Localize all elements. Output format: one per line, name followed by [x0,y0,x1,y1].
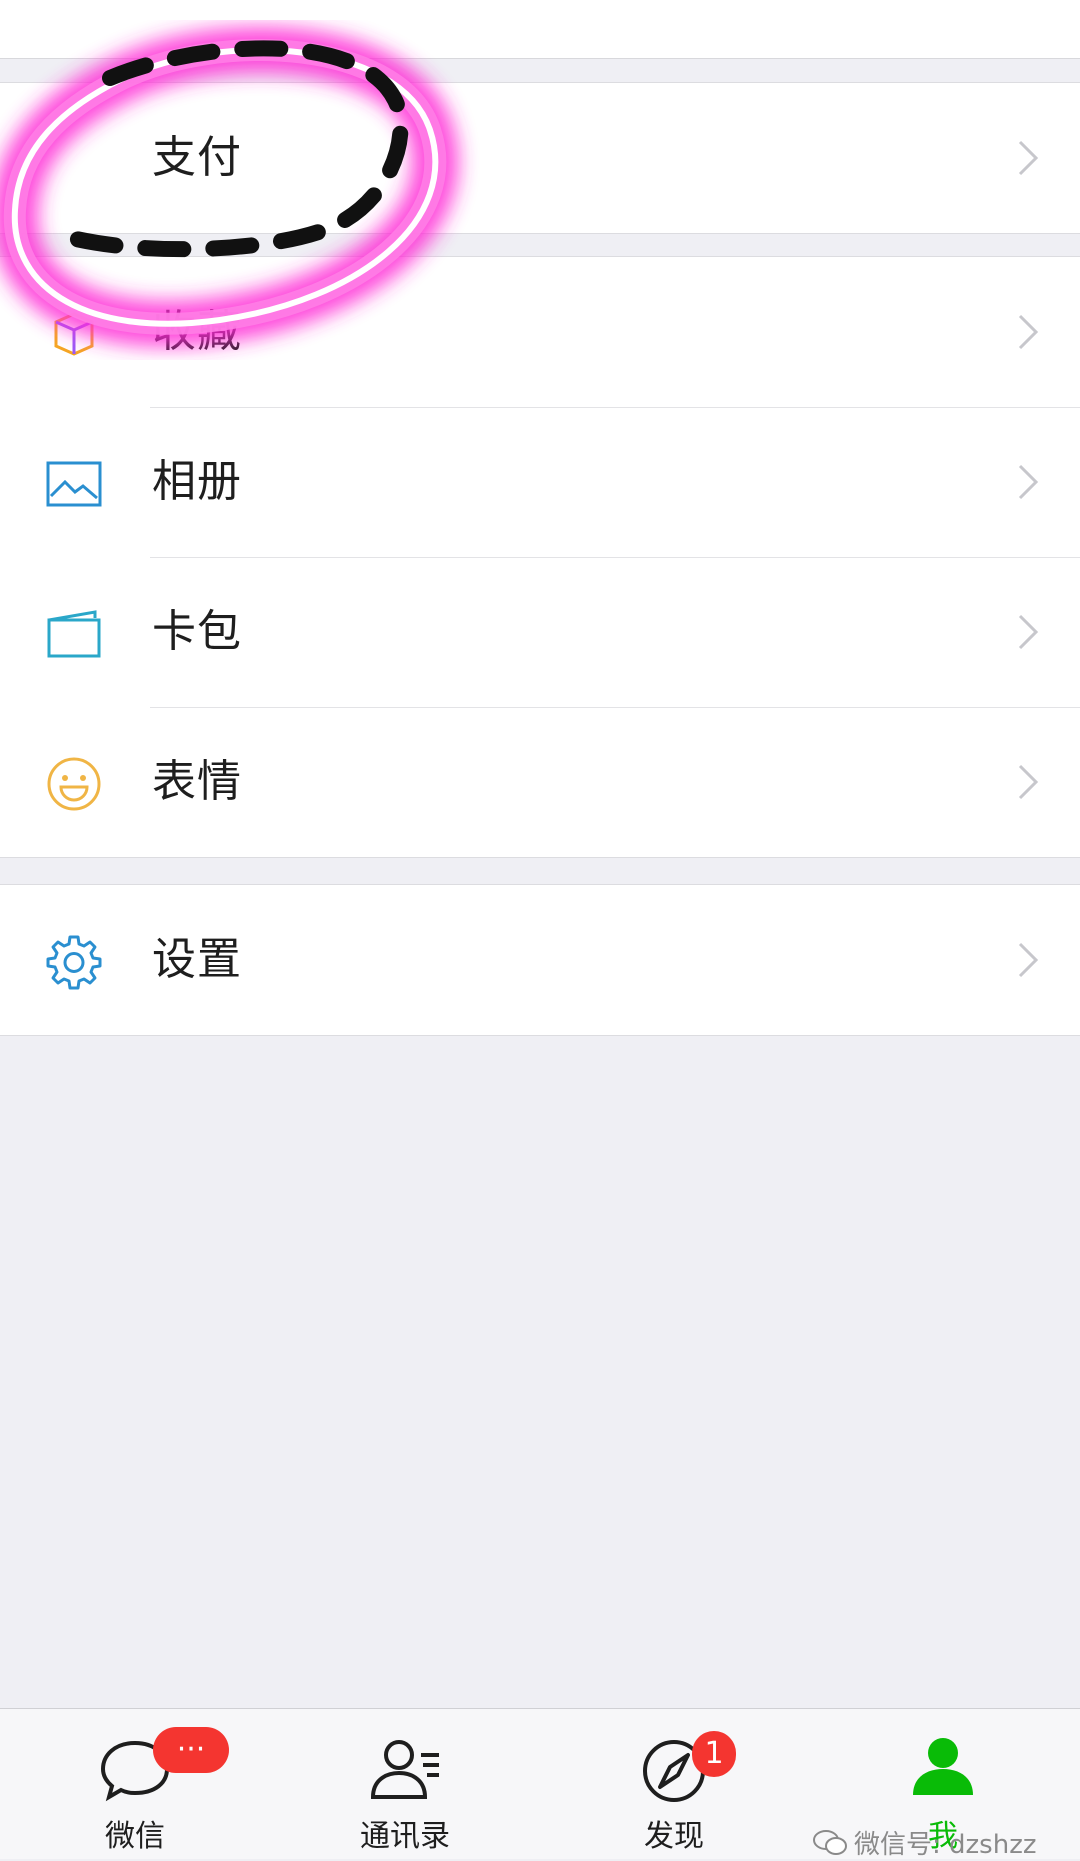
menu-item-pay[interactable]: 支付 [0,83,1080,233]
menu-item-label: 收藏 [152,306,242,357]
gear-icon [44,932,104,992]
top-header-strip [0,0,1080,59]
menu-section-settings: 设置 [0,884,1080,1036]
payment-icon [44,130,104,190]
tab-label: 通讯录 [360,1819,450,1854]
menu-section-collections: 收藏 相册 卡包 表情 [0,256,1080,858]
menu-item-label: 设置 [152,934,242,985]
card-wallet-icon [44,604,104,664]
chevron-right-icon [1018,942,1039,978]
menu-item-label: 卡包 [152,606,242,657]
tab-chats[interactable]: ··· 微信 [35,1709,235,1859]
chevron-right-icon [1018,140,1039,176]
chevron-right-icon [1018,464,1039,500]
tab-discover[interactable]: 1 发现 [574,1709,774,1859]
menu-section-pay: 支付 [0,82,1080,234]
tab-label: 发现 [644,1819,704,1854]
chevron-right-icon [1018,614,1039,650]
tab-label: 微信 [105,1819,165,1854]
discover-unread-badge: 1 [692,1731,736,1777]
menu-item-label: 相册 [152,456,242,507]
contacts-icon [370,1740,439,1799]
menu-item-label: 支付 [152,132,242,183]
menu-item-settings[interactable]: 设置 [0,885,1080,1035]
wechat-id-watermark: 微信号: dzshzz [812,1826,1037,1860]
chevron-right-icon [1018,764,1039,800]
photo-album-icon [44,454,104,514]
watermark-text: 微信号: dzshzz [854,1829,1037,1860]
menu-item-card-wallet[interactable]: 卡包 [0,557,1080,707]
menu-item-album[interactable]: 相册 [0,407,1080,557]
chevron-right-icon [1018,314,1039,350]
menu-item-label: 表情 [152,756,242,807]
tab-contacts[interactable]: 通讯录 [305,1709,505,1859]
menu-item-stickers[interactable]: 表情 [0,707,1080,857]
smiley-face-icon [44,754,104,814]
chats-unread-badge: ··· [153,1727,229,1773]
wechat-logo-icon [813,1830,847,1855]
menu-item-favorites[interactable]: 收藏 [0,257,1080,407]
favorites-cube-icon [44,304,104,364]
person-icon [913,1738,973,1795]
